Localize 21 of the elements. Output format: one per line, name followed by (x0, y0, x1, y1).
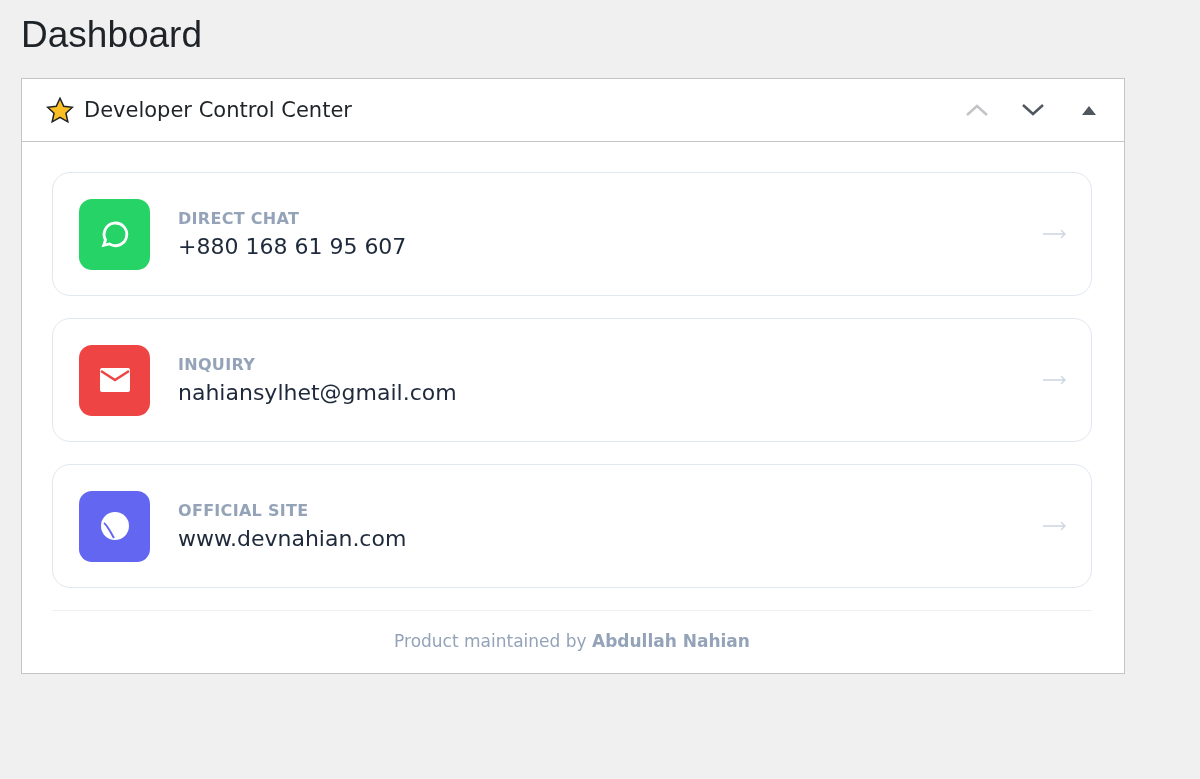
chevron-down-icon (1021, 103, 1045, 117)
arrow-right-icon (1043, 521, 1067, 531)
page-title: Dashboard (21, 14, 203, 56)
envelope-icon (98, 367, 131, 393)
footer-text: Product maintained by Abdullah Nahian (394, 631, 750, 651)
contact-card[interactable]: OFFICIAL SITE www.devnahian.com (52, 464, 1092, 588)
arrow-right-icon (1043, 229, 1067, 239)
widget-title: Developer Control Center (84, 98, 353, 122)
triangle-up-icon (1082, 105, 1096, 115)
contact-value: +880 168 61 95 607 (178, 234, 408, 259)
chevron-up-icon (965, 103, 989, 117)
contact-label: INQUIRY (178, 355, 257, 374)
contact-value: www.devnahian.com (178, 526, 408, 551)
contact-label: OFFICIAL SITE (178, 501, 310, 520)
globe-icon (98, 510, 131, 542)
contact-card[interactable]: DIRECT CHAT +880 168 61 95 607 (52, 172, 1092, 296)
contact-card[interactable]: INQUIRY nahiansylhet@gmail.com (52, 318, 1092, 442)
contact-label: DIRECT CHAT (178, 209, 301, 228)
star-icon (46, 96, 74, 124)
arrow-right-icon (1043, 375, 1067, 385)
contact-value: nahiansylhet@gmail.com (178, 380, 458, 405)
